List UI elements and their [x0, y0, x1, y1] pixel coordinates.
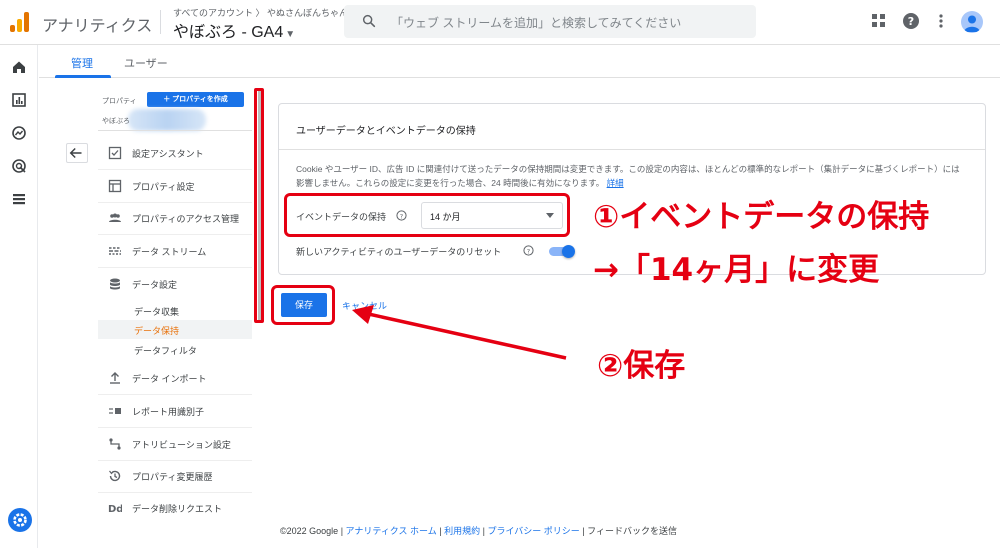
identity-icon [109, 408, 121, 414]
blurred-property-name [128, 109, 206, 131]
divider [160, 10, 161, 34]
annotation-step-1-detail: →「14ヶ月」に変更 [593, 252, 880, 288]
reports-icon[interactable] [11, 92, 27, 108]
search-placeholder: 「ウェブ ストリームを追加」と検索してみてください [391, 16, 682, 30]
footer: ©2022 Google | アナリティクス ホーム | 利用規約 | プライバ… [280, 526, 677, 536]
chevron-down-icon: ▼ [285, 29, 296, 40]
learn-more-link[interactable]: 詳細 [607, 178, 624, 188]
description-text: Cookie やユーザー ID、広告 ID に関連付けて送ったデータの保持期間は… [296, 164, 960, 188]
history-icon [109, 470, 121, 482]
nav-item-reporting-identity[interactable]: レポート用識別子 [98, 396, 252, 428]
copyright: ©2022 Google [280, 526, 339, 536]
subnav-item-label: データ保持 [134, 326, 180, 336]
help-icon[interactable]: ? [523, 245, 534, 256]
left-rail [0, 45, 38, 548]
subnav-item-data-filters[interactable]: データフィルタ [98, 340, 252, 359]
property-label: プロパティ [102, 98, 137, 105]
app-name: アナリティクス [42, 18, 153, 35]
nav-item-data-deletion-requests[interactable]: Dd データ削除リクエスト [98, 493, 252, 525]
nav-item-label: データ削除リクエスト [132, 504, 223, 514]
nav-item-data-settings[interactable]: データ設定 [98, 269, 252, 301]
attribution-icon [109, 438, 121, 450]
nav-item-data-streams[interactable]: データ ストリーム [98, 236, 252, 268]
subnav-item-data-collection[interactable]: データ収集 [98, 301, 252, 320]
subnav-item-data-retention[interactable]: データ保持 [98, 320, 252, 339]
advertising-icon[interactable] [11, 158, 27, 174]
tab-bar: 管理 ユーザー [39, 45, 1000, 78]
account-avatar[interactable] [961, 11, 983, 33]
home-icon[interactable] [11, 59, 27, 75]
property-value[interactable]: やぼぶろ [102, 116, 130, 126]
nav-item-attribution-settings[interactable]: アトリビューション設定 [98, 429, 252, 461]
people-icon [109, 213, 121, 222]
tab-user[interactable]: ユーザー [124, 55, 168, 71]
nav-item-setup-assistant[interactable]: 設定アシスタント [98, 138, 252, 170]
explore-icon[interactable] [11, 125, 27, 141]
svg-text:?: ? [908, 15, 914, 28]
analytics-home-link[interactable]: アナリティクス ホーム [346, 526, 437, 536]
apps-icon[interactable] [870, 12, 888, 30]
annotation-step-2: ②保存 [597, 348, 686, 384]
more-vert-icon[interactable] [932, 12, 950, 30]
divider [279, 149, 985, 150]
nav-item-property-access[interactable]: プロパティのアクセス管理 [98, 203, 252, 235]
property-selector[interactable]: やぼぶろ - GA4 ▼ [173, 18, 295, 42]
subnav-item-label: データフィルタ [134, 346, 197, 356]
nav-item-label: データ ストリーム [132, 247, 207, 257]
svg-text:?: ? [527, 247, 530, 255]
nav-item-property-change-history[interactable]: プロパティ変更履歴 [98, 461, 252, 493]
analytics-logo-icon [10, 12, 30, 32]
card-title: ユーザーデータとイベントデータの保持 [296, 126, 476, 137]
search-icon [362, 14, 376, 28]
reset-user-data-label: 新しいアクティビティのユーザーデータのリセット [296, 247, 502, 257]
help-icon[interactable]: ? [902, 12, 920, 30]
card-description: Cookie やユーザー ID、広告 ID に関連付けて送ったデータの保持期間は… [296, 162, 968, 190]
nav-item-label: アトリビューション設定 [132, 440, 231, 450]
annotation-step-1: ①イベントデータの保持 [593, 199, 930, 235]
svg-text:Dd: Dd [108, 504, 122, 515]
reset-user-data-toggle[interactable] [549, 245, 575, 258]
annotation-arrow [352, 305, 567, 360]
arrow-left-icon [69, 147, 82, 159]
nav-item-label: データ インポート [132, 374, 207, 384]
active-tab-indicator [55, 75, 111, 78]
back-button[interactable] [66, 143, 88, 163]
annotation-highlight-event-retention [284, 193, 570, 237]
nav-item-label: プロパティ変更履歴 [132, 472, 213, 482]
property-name: やぼぶろ - GA4 [173, 24, 284, 41]
top-bar: アナリティクス すべてのアカウント 〉 やぬさんぼんちゃん やぼぶろ - GA4… [0, 0, 1000, 45]
nav-item-property-settings[interactable]: プロパティ設定 [98, 171, 252, 203]
nav-item-label: 設定アシスタント [132, 149, 204, 159]
feedback-link[interactable]: フィードバックを送信 [587, 526, 677, 536]
nav-item-data-import[interactable]: データ インポート [98, 363, 252, 395]
privacy-link[interactable]: プライバシー ポリシー [487, 526, 579, 536]
configure-icon[interactable] [11, 191, 27, 207]
database-icon [110, 278, 120, 290]
stream-icon [109, 247, 121, 255]
subnav-item-label: データ収集 [134, 307, 180, 317]
checklist-icon [108, 146, 122, 160]
settings-icon[interactable] [8, 508, 32, 532]
dd-icon: Dd [108, 504, 122, 515]
upload-icon [110, 372, 120, 384]
search-bar[interactable]: 「ウェブ ストリームを追加」と検索してみてください [344, 5, 756, 38]
annotation-highlight-scrollbar [254, 88, 264, 323]
nav-item-label: プロパティ設定 [132, 182, 195, 192]
tab-admin[interactable]: 管理 [71, 55, 93, 71]
create-property-button[interactable]: ＋ プロパティを作成 [147, 92, 244, 107]
nav-item-label: プロパティのアクセス管理 [132, 214, 240, 224]
nav-item-label: データ設定 [132, 280, 178, 290]
terms-link[interactable]: 利用規約 [444, 526, 480, 536]
annotation-highlight-save [271, 285, 335, 325]
layout-icon [108, 179, 122, 193]
toggle-knob [562, 245, 575, 258]
nav-item-label: レポート用識別子 [132, 407, 205, 417]
divider [98, 130, 252, 131]
